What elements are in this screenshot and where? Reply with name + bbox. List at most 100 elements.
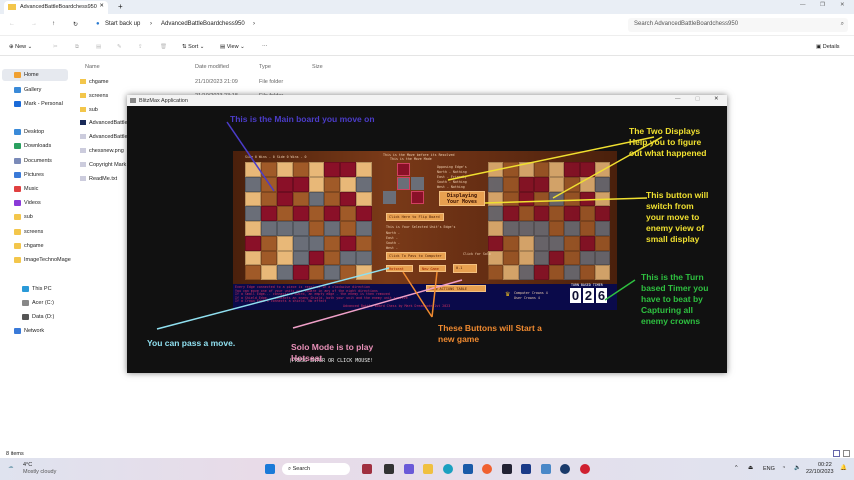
app-icon[interactable]	[580, 464, 590, 474]
steam-icon[interactable]	[560, 464, 570, 474]
annotation-timer: This is the Turn based Timer you have to b…	[641, 272, 708, 327]
annotation-line: These Buttons will Start a	[438, 323, 542, 333]
share-icon[interactable]: ⇪	[138, 44, 143, 50]
nav-icon	[14, 243, 21, 249]
delete-icon[interactable]: 🗑	[160, 44, 167, 50]
tab-explorer[interactable]: AdvancedBattleBoardchess950 ✕	[4, 1, 108, 14]
sidebar-item-label: Music	[24, 186, 39, 192]
sidebar-item-screens[interactable]: screens	[14, 226, 72, 238]
wifi-icon[interactable]: ◔	[782, 465, 785, 471]
tray-chevron-icon[interactable]: ^	[735, 465, 738, 471]
view-button[interactable]: ▤ View ⌄	[220, 44, 245, 50]
nav-icon	[14, 143, 21, 149]
new-button[interactable]: ⊕ New ⌄	[9, 44, 32, 50]
annotation-line: Capturing all	[641, 305, 693, 315]
command-bar: ⊕ New ⌄ ✂ ⧉ ▤ ✎ ⇪ 🗑 ⇅ Sort ⌄ ▤ View ⌄ ··…	[0, 38, 854, 56]
refresh-icon[interactable]: ↻	[73, 21, 78, 28]
sort-button[interactable]: ⇅ Sort ⌄	[182, 44, 204, 50]
paste-icon[interactable]: ▤	[96, 44, 101, 50]
column-date[interactable]: Date modified	[195, 64, 229, 70]
sidebar-item-videos[interactable]: Videos	[14, 197, 72, 209]
sidebar-item-desktop[interactable]: Desktop	[14, 126, 72, 138]
volume-icon[interactable]: 🔈	[794, 465, 801, 471]
start-icon[interactable]	[265, 464, 275, 474]
chevron-icon[interactable]: ›	[253, 21, 255, 27]
line-main-board	[226, 121, 275, 192]
sidebar-item-chgame[interactable]: chgame	[14, 240, 72, 252]
column-name[interactable]: Name	[85, 64, 100, 70]
maximize-icon[interactable]: ❐	[820, 2, 825, 8]
store-icon[interactable]	[463, 464, 473, 474]
file-type: File folder	[259, 79, 284, 85]
rename-icon[interactable]: ✎	[117, 44, 122, 50]
clock-date[interactable]: 22/10/2023	[806, 469, 834, 475]
app-icon[interactable]	[362, 464, 372, 474]
app-icon[interactable]	[384, 464, 394, 474]
file-name: ReadMe.txt	[89, 175, 118, 182]
copy-icon[interactable]: ⧉	[75, 44, 79, 51]
sidebar-item-music[interactable]: Music	[14, 183, 72, 195]
sidebar-item-label: Mark - Personal	[24, 101, 63, 107]
details-view-icon[interactable]	[833, 450, 840, 457]
annotation-line: The Two Displays	[629, 126, 701, 136]
sidebar-item-label: sub	[24, 214, 33, 220]
up-icon[interactable]: ↑	[52, 21, 55, 27]
tray-icon[interactable]: ⏏	[748, 465, 753, 471]
sidebar-item-label: Pictures	[24, 172, 44, 178]
details-button[interactable]: ▣ Details	[816, 44, 840, 50]
cut-icon[interactable]: ✂	[53, 44, 58, 50]
sidebar-item-sub[interactable]: sub	[14, 211, 72, 223]
forward-icon[interactable]: →	[31, 21, 37, 27]
nav-icon	[22, 314, 29, 320]
sidebar-item-imagetechnomage[interactable]: ImageTechnoMage	[14, 254, 72, 266]
nav-icon	[14, 101, 21, 107]
weather-temp[interactable]: 4°C	[23, 462, 32, 468]
column-size[interactable]: Size	[312, 64, 323, 70]
clock-time[interactable]: 00:22	[818, 462, 832, 468]
app-icon[interactable]	[521, 464, 531, 474]
sidebar-item-downloads[interactable]: Downloads	[14, 140, 72, 152]
search-placeholder: Search AdvancedBattleBoardchess950	[634, 21, 739, 27]
annotation-line: switch from	[646, 201, 694, 211]
sidebar-item-network[interactable]: Network	[14, 325, 72, 337]
sidebar-item-acer-c-[interactable]: Acer (C:)	[22, 297, 80, 309]
back-icon[interactable]: ←	[9, 21, 15, 27]
close-window-icon[interactable]: ✕	[840, 2, 845, 8]
minimize-icon[interactable]: —	[800, 2, 806, 8]
file-icon	[80, 161, 86, 167]
sidebar-item-gallery[interactable]: Gallery	[14, 84, 72, 96]
close-tab-icon[interactable]: ✕	[99, 3, 104, 9]
more-button[interactable]: ···	[262, 43, 268, 49]
nav-icon	[22, 300, 29, 306]
nav-icon	[22, 286, 29, 292]
annotation-line: enemy crowns	[641, 316, 701, 326]
notification-icon[interactable]: 🔔	[840, 465, 847, 471]
firefox-icon[interactable]	[482, 464, 492, 474]
taskbar-search[interactable]: ⌕ Search	[282, 463, 350, 475]
breadcrumb-start-back-up[interactable]: Start back up	[105, 21, 140, 27]
sidebar-item-documents[interactable]: Documents	[14, 155, 72, 167]
sidebar-item-data-d-[interactable]: Data (D:)	[22, 311, 80, 323]
new-tab-button[interactable]: +	[118, 2, 123, 11]
file-name: AdvancedBattle	[89, 134, 128, 141]
sidebar-item-this-pc[interactable]: This PC	[22, 283, 80, 295]
language-indicator[interactable]: ENG	[763, 466, 775, 472]
dropbox-icon[interactable]	[502, 464, 512, 474]
search-input[interactable]: Search AdvancedBattleBoardchess950 ⌕	[628, 18, 848, 32]
sidebar-item-label: Downloads	[24, 143, 52, 149]
edge-icon[interactable]	[443, 464, 453, 474]
sidebar-item-mark-personal[interactable]: Mark - Personal	[14, 98, 72, 110]
blitzmax-app-icon[interactable]	[541, 464, 551, 474]
weather-text[interactable]: Mostly cloudy	[23, 469, 56, 475]
breadcrumb-folder[interactable]: AdvancedBattleBoardchess950	[161, 21, 245, 27]
file-name: chgame	[89, 79, 109, 85]
sidebar-item-pictures[interactable]: Pictures	[14, 169, 72, 181]
annotation-main-board: This is the Main board you move on	[230, 114, 375, 124]
tiles-view-icon[interactable]	[843, 450, 850, 457]
line-new-game	[431, 271, 438, 318]
sidebar-item-home[interactable]: Home	[2, 69, 68, 81]
chat-icon[interactable]	[404, 464, 414, 474]
column-type[interactable]: Type	[259, 64, 271, 70]
file-explorer-icon[interactable]	[423, 464, 433, 474]
sidebar-item-label: Videos	[24, 200, 41, 206]
